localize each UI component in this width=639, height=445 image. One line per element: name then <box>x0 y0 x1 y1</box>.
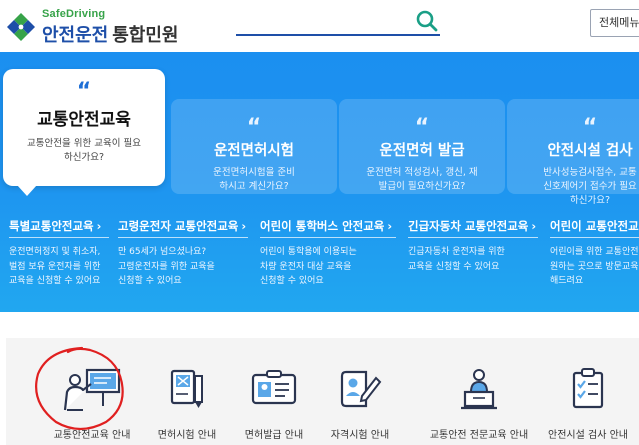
desc-line: 해드려요 <box>550 276 584 286</box>
exam-pen-icon <box>170 369 203 408</box>
service-professional-education-guide[interactable]: 교통안전 전문교육 안내 <box>424 366 534 442</box>
card-title: 안전시설 검사 <box>547 143 633 159</box>
desc-line: 고령운전자를 위한 교육을 <box>118 261 215 272</box>
search-input[interactable] <box>236 8 440 36</box>
site-logo[interactable]: SafeDriving 안전운전 통합민원 <box>4 6 179 46</box>
service-qualification-test-guide[interactable]: 자격시험 안내 <box>314 366 406 442</box>
chevron-right-icon: › <box>96 219 102 233</box>
link-emergency-vehicle-education[interactable]: 긴급자동차 교통안전교육 › 긴급자동차 운전자를 위한교육을 신청할 수 있어요 <box>408 218 540 298</box>
service-guide-section: 교통안전교육 안내 면허시험 안내 면허발급 안내 자격시험 안내 교통안전 전… <box>6 338 639 445</box>
link-title-text: 어린이 교통안전교 <box>550 219 639 233</box>
link-title-text: 긴급자동차 교통안전교육 <box>408 219 529 233</box>
all-menu-button[interactable]: 전체메뉴 <box>590 9 639 37</box>
desc-line: 신청할 수 있어요 <box>118 276 182 286</box>
link-title: 어린이 교통안전교 <box>550 218 639 234</box>
service-driving-test-guide[interactable]: 면허시험 안내 <box>141 366 233 442</box>
desc-line: 신청할 수 있어요 <box>260 276 324 286</box>
desc-line: 어린이 통학용에 이용되는 <box>260 247 357 257</box>
site-header: SafeDriving 안전운전 통합민원 전체메뉴 <box>0 0 639 52</box>
desc-line: 교육을 신청할 수 있어요 <box>9 276 101 286</box>
service-label: 안전시설 검사 안내 <box>548 430 628 441</box>
link-divider <box>550 237 639 238</box>
checklist-icon <box>572 368 604 409</box>
chevron-right-icon: › <box>241 219 247 233</box>
link-desc: 운전면허정지 및 취소자, 벌점 보유 운전자를 위한교육을 신청할 수 있어요 <box>9 245 100 289</box>
link-divider <box>118 237 248 238</box>
desc-line: 긴급자동차 운전자를 위한 <box>408 247 505 257</box>
card-safety-facility-inspection[interactable]: “ 안전시설 검사 반사성능검사접수, 교통신호제어기 접수가 필요하신가요? <box>507 99 639 206</box>
link-desc: 어린이를 위한 교통안전원하는 곳으로 방문교육해드려요 <box>550 245 639 289</box>
service-label: 면허발급 안내 <box>244 430 304 441</box>
qualification-icon <box>340 370 382 408</box>
link-title-text: 어린이 통학버스 안전교육 <box>260 219 385 233</box>
quote-icon: “ <box>76 81 92 101</box>
desc-line: 원하는 곳으로 방문교육 <box>550 261 639 272</box>
desc-line: 교육을 신청할 수 있어요 <box>408 261 500 272</box>
link-school-bus-education[interactable]: 어린이 통학버스 안전교육 › 어린이 통학용에 이용되는차량 운전자 대상 교육… <box>260 218 398 298</box>
chevron-right-icon: › <box>387 219 393 233</box>
link-desc: 긴급자동차 운전자를 위한교육을 신청할 수 있어요 <box>408 245 505 274</box>
card-license-issue[interactable]: “ 운전면허 발급 운전면허 적성검사, 갱신, 재발급이 필요하신가요? <box>339 99 505 194</box>
service-label: 면허시험 안내 <box>157 430 217 441</box>
featured-card-title: 교통안전교육 <box>37 110 131 130</box>
card-desc: 운전면허 적성검사, 갱신, 재발급이 필요하신가요? <box>366 167 478 192</box>
featured-card-desc: 교통안전을 위한 교육이 필요하신가요? <box>27 138 141 163</box>
card-title: 운전면허시험 <box>213 143 295 159</box>
link-children-education[interactable]: 어린이 교통안전교 어린이를 위한 교통안전원하는 곳으로 방문교육해드려요 <box>550 218 639 298</box>
card-desc: 운전면허시험을 준비하시고 계신가요? <box>213 167 295 192</box>
desc-line: 만 65세가 넘으셨나요? <box>118 247 207 257</box>
link-desc: 만 65세가 넘으셨나요? 고령운전자를 위한 교육을신청할 수 있어요 <box>118 245 215 289</box>
service-traffic-education-guide[interactable]: 교통안전교육 안내 <box>46 366 138 442</box>
desc-line: 벌점 보유 운전자를 위한 <box>9 261 101 272</box>
service-label: 교통안전 전문교육 안내 <box>429 430 529 441</box>
service-license-issue-guide[interactable]: 면허발급 안내 <box>228 366 320 442</box>
page: SafeDriving 안전운전 통합민원 전체메뉴 “ 교통안전교육 교통안전을… <box>0 0 639 445</box>
lecture-icon <box>63 368 121 411</box>
logo-main: 안전운전 <box>42 25 109 46</box>
card-desc: 반사성능검사접수, 교통신호제어기 접수가 필요하신가요? <box>543 167 637 206</box>
link-divider <box>260 237 396 238</box>
logo-korean-text: 안전운전 통합민원 <box>42 21 179 47</box>
service-label: 교통안전교육 안내 <box>53 430 131 441</box>
logo-sub: 통합민원 <box>112 25 179 46</box>
link-title-text: 고령운전자 교통안전교육 <box>118 219 239 233</box>
quote-icon: “ <box>246 117 262 137</box>
desc-line: 운전면허정지 및 취소자, <box>9 247 101 257</box>
link-title: 어린이 통학버스 안전교육 › <box>260 218 398 234</box>
license-card-icon <box>251 370 297 405</box>
card-driving-test[interactable]: “ 운전면허시험 운전면허시험을 준비하시고 계신가요? <box>171 99 337 194</box>
logo-english-text: SafeDriving <box>42 8 106 20</box>
featured-card-traffic-education[interactable]: “ 교통안전교육 교통안전을 위한 교육이 필요하신가요? <box>3 69 165 196</box>
desc-line: 어린이를 위한 교통안전 <box>550 247 639 257</box>
link-title-text: 특별교통안전교육 <box>9 219 94 233</box>
logo-cross-icon <box>7 13 35 41</box>
link-desc: 어린이 통학용에 이용되는차량 운전자 대상 교육을신청할 수 있어요 <box>260 245 357 289</box>
link-title: 특별교통안전교육 › <box>9 218 109 234</box>
link-title: 긴급자동차 교통안전교육 › <box>408 218 540 234</box>
link-divider <box>9 237 109 238</box>
link-special-education[interactable]: 특별교통안전교육 › 운전면허정지 및 취소자, 벌점 보유 운전자를 위한교육을 … <box>9 218 109 298</box>
link-title: 고령운전자 교통안전교육 › <box>118 218 250 234</box>
link-senior-driver-education[interactable]: 고령운전자 교통안전교육 › 만 65세가 넘으셨나요? 고령운전자를 위한 교육을… <box>118 218 250 298</box>
desc-line: 차량 운전자 대상 교육을 <box>260 261 352 272</box>
card-title: 운전면허 발급 <box>379 143 465 159</box>
quote-icon: “ <box>582 117 598 137</box>
service-label: 자격시험 안내 <box>330 430 390 441</box>
quote-icon: “ <box>414 117 430 137</box>
link-divider <box>408 237 538 238</box>
instructor-icon <box>461 369 497 410</box>
chevron-right-icon: › <box>531 219 537 233</box>
service-safety-facility-inspection-guide[interactable]: 안전시설 검사 안내 <box>536 366 639 442</box>
search-icon[interactable] <box>414 8 440 34</box>
main-banner: “ 교통안전교육 교통안전을 위한 교육이 필요하신가요? “ 운전면허시험 운… <box>0 52 639 312</box>
